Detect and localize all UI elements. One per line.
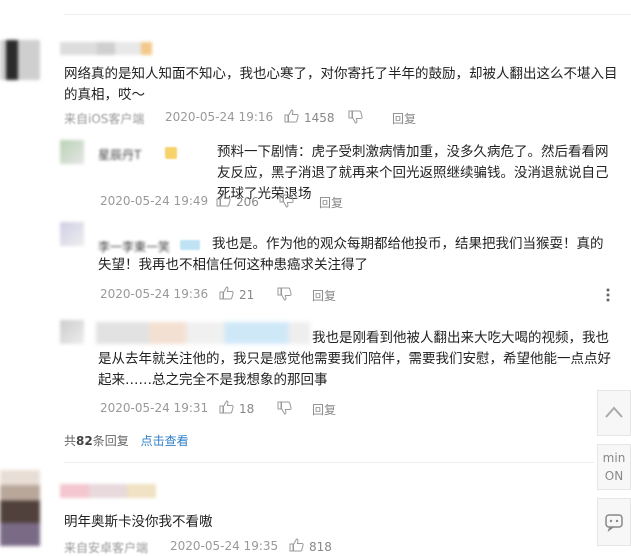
comment-time: 2020-05-24 19:16 [165,110,274,124]
view-replies-link[interactable]: 点击查看 [141,434,189,448]
reply-button[interactable]: 回复 [312,401,336,418]
like-count: 21 [239,287,255,302]
like-count: 818 [309,539,332,554]
comment-text: 网络真的是知人知面不知心，我也心寒了，对你寄托了半年的鼓励，却被人翻出这么不堪入… [64,66,618,103]
reply-text: 我也是刚看到他被人翻出来大吃大喝的视频，我也是从去年就关注他的，我只是感觉他需要… [98,330,611,388]
more-vertical-icon[interactable] [606,288,612,302]
like-button[interactable]: 1458 [284,109,335,126]
like-count: 18 [239,401,255,416]
comment-text: 明年奥斯卡没你我不看嗷 [64,514,213,530]
reply-button[interactable]: 回复 [319,194,343,211]
avatar[interactable] [0,40,40,80]
reply-username[interactable]: 星辰丹T [98,146,141,163]
mini-label-1: min [602,451,626,465]
comment-item: 网络真的是知人知面不知心，我也心寒了，对你寄托了半年的鼓励，却被人翻出这么不堪入… [0,0,618,130]
dislike-button[interactable] [279,194,299,211]
like-button[interactable]: 818 [289,538,332,555]
dislike-button[interactable] [277,287,297,304]
thumbs-up-icon [219,400,239,417]
avatar[interactable] [60,320,84,344]
comment-item: 明年奥斯卡没你我不看嗷 来自安卓客户端 2020-05-24 19:35 818 [0,462,590,555]
like-button[interactable]: 18 [219,400,254,417]
reply-button[interactable]: 回复 [392,110,416,127]
thumbs-down-icon [277,401,297,418]
comment-source: 来自iOS客户端 [64,112,145,126]
reply-time: 2020-05-24 19:49 [100,194,209,208]
avatar[interactable] [60,222,84,246]
like-count: 1458 [304,110,335,125]
comment-source: 来自安卓客户端 [64,541,149,555]
reply-time: 2020-05-24 19:31 [100,401,209,415]
dislike-button[interactable] [348,110,368,127]
thumbs-up-icon [219,286,239,303]
vip-badge [165,147,177,159]
dislike-button[interactable] [277,401,297,418]
mini-label-2: ON [604,469,624,483]
reply-button[interactable]: 回复 [312,287,336,304]
comment-time: 2020-05-24 19:35 [170,539,279,553]
reply-text: 预料一下剧情：虎子受刺激病情加重，没多久病危了。然后看看网友反应，黑子消退了就再… [217,144,609,202]
reply-summary-prefix: 共 [64,434,77,448]
thumbs-up-icon [284,109,304,126]
reply-item: 李一李東一笑 我也是。作为他的观众每期都给他投币，结果把我们当猴耍！真的失望！我… [60,222,620,304]
like-button[interactable]: 21 [219,286,254,303]
like-count: 206 [236,194,259,209]
reply-summary: 共82条回复 点击查看 [64,432,189,449]
thumbs-down-icon [348,110,368,127]
reply-item: 我也是刚看到他被人翻出来大吃大喝的视频，我也是从去年就关注他的，我只是感觉他需要… [60,320,620,420]
username-blurred[interactable] [60,42,152,55]
thumbs-down-icon [277,287,297,304]
mini-player-button[interactable]: min ON [597,444,631,490]
username-blurred[interactable] [60,484,156,498]
thumbs-up-icon [289,538,309,555]
like-button[interactable]: 206 [216,193,259,210]
reply-summary-suffix: 条回复 [92,434,129,448]
back-to-top-button[interactable] [597,390,631,436]
support-icon [603,510,625,535]
thumbs-down-icon [279,194,299,211]
reply-item: 星辰丹T 预料一下剧情：虎子受刺激病情加重，没多久病危了。然后看看网友反应，黑子… [60,138,620,213]
support-button[interactable] [597,498,631,546]
reply-text: 我也是。作为他的观众每期都给他投币，结果把我们当猴耍！真的失望！我再也不相信任何… [98,236,604,273]
reply-count: 82 [76,434,93,448]
thumbs-up-icon [216,193,236,210]
chevron-up-icon [605,405,623,421]
reply-time: 2020-05-24 19:36 [100,287,209,301]
avatar[interactable] [0,470,40,546]
avatar[interactable] [60,140,84,164]
